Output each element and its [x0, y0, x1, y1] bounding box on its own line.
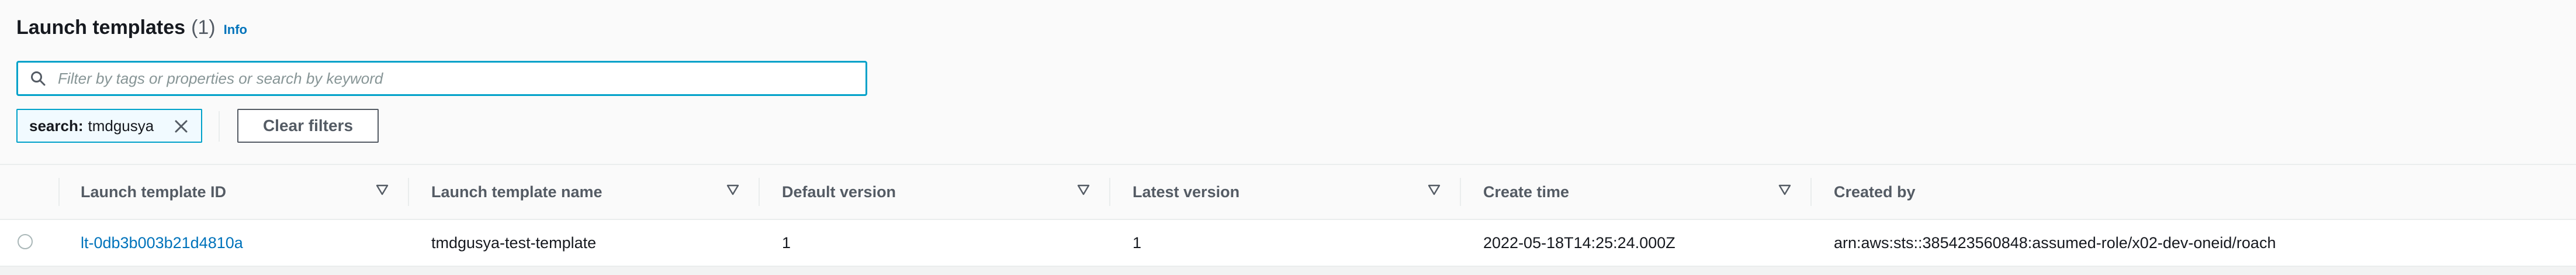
- info-link[interactable]: Info: [224, 22, 247, 37]
- column-header-label: Created by: [1834, 183, 1916, 201]
- column-header-label: Create time: [1483, 183, 1570, 201]
- page-title: Launch templates: [16, 16, 186, 39]
- filter-divider: [219, 111, 220, 142]
- sort-caret-down-icon[interactable]: [375, 183, 389, 197]
- column-header-default-version[interactable]: Default version: [760, 165, 1110, 219]
- table-footer-area: [0, 267, 2576, 275]
- table-row[interactable]: lt-0db3b003b21d4810a tmdgusya-test-templ…: [0, 220, 2576, 267]
- table-header: Launch template ID Launch template name …: [0, 164, 2576, 220]
- column-header-label: Launch template ID: [81, 183, 227, 201]
- column-header-latest-version[interactable]: Latest version: [1110, 165, 1461, 219]
- cell-created-by: arn:aws:sts::385423560848:assumed-role/x…: [1834, 233, 2276, 252]
- cell-launch-template-id: lt-0db3b003b21d4810a: [81, 220, 243, 266]
- cell-default-version: 1: [782, 233, 791, 252]
- cell-latest-version: 1: [1133, 233, 1142, 252]
- column-header-label: Launch template name: [431, 183, 603, 201]
- sort-caret-down-icon[interactable]: [726, 183, 740, 197]
- search-field[interactable]: [16, 61, 867, 96]
- column-header-create-time[interactable]: Create time: [1461, 165, 1812, 219]
- column-header-launch-template-id[interactable]: Launch template ID: [60, 165, 409, 219]
- filter-token-key: search:: [29, 116, 84, 135]
- clear-filters-button[interactable]: Clear filters: [237, 109, 379, 143]
- column-header-created-by[interactable]: Created by: [1812, 165, 2576, 219]
- sort-caret-down-icon[interactable]: [1778, 183, 1792, 197]
- search-input[interactable]: [57, 68, 854, 88]
- row-select-radio[interactable]: [18, 234, 33, 249]
- column-header-label: Latest version: [1133, 183, 1240, 201]
- launch-template-id-link[interactable]: lt-0db3b003b21d4810a: [81, 234, 243, 252]
- cell-create-time: 2022-05-18T14:25:24.000Z: [1483, 233, 1675, 252]
- launch-templates-panel: Launch templates (1) Info search: tmdgus…: [0, 0, 2576, 275]
- sort-caret-down-icon[interactable]: [1427, 183, 1441, 197]
- close-icon[interactable]: [172, 117, 191, 136]
- column-header-label: Default version: [782, 183, 896, 201]
- search-icon: [27, 68, 49, 89]
- filter-token-value: tmdgusya: [88, 116, 154, 135]
- filter-token: search: tmdgusya: [16, 109, 202, 143]
- column-header-launch-template-name[interactable]: Launch template name: [409, 165, 760, 219]
- panel-header: Launch templates (1) Info: [16, 16, 247, 39]
- item-count: (1): [191, 16, 216, 39]
- cell-launch-template-name: tmdgusya-test-template: [431, 233, 597, 252]
- sort-caret-down-icon[interactable]: [1076, 183, 1090, 197]
